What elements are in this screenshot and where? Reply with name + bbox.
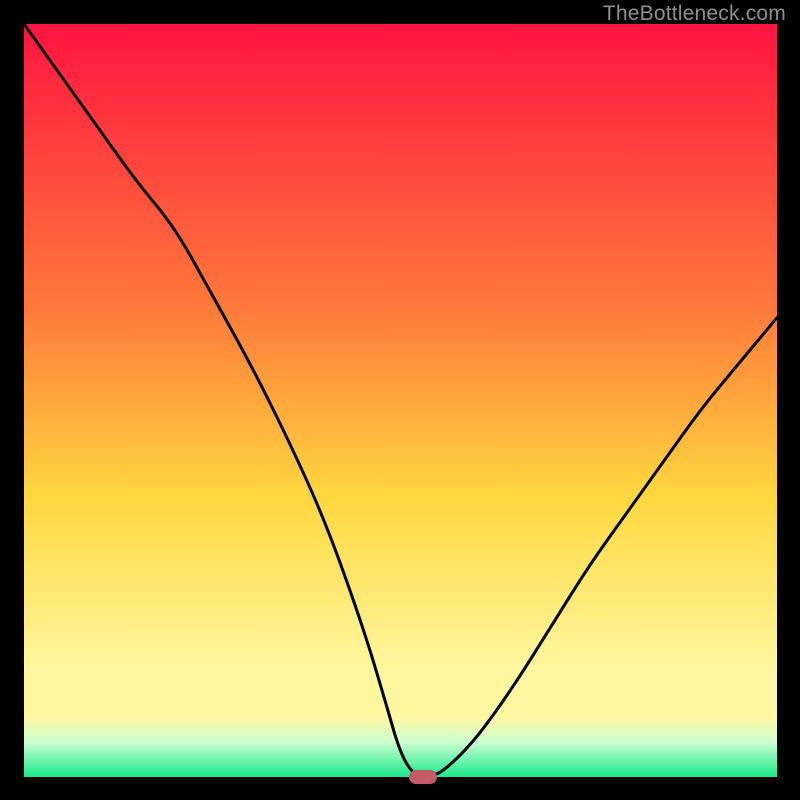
watermark-label: TheBottleneck.com: [603, 2, 786, 26]
chart-root: TheBottleneck.com: [0, 0, 800, 800]
chart-background: [24, 24, 777, 777]
bottleneck-chart: [0, 0, 800, 800]
optimal-marker: [409, 770, 437, 784]
